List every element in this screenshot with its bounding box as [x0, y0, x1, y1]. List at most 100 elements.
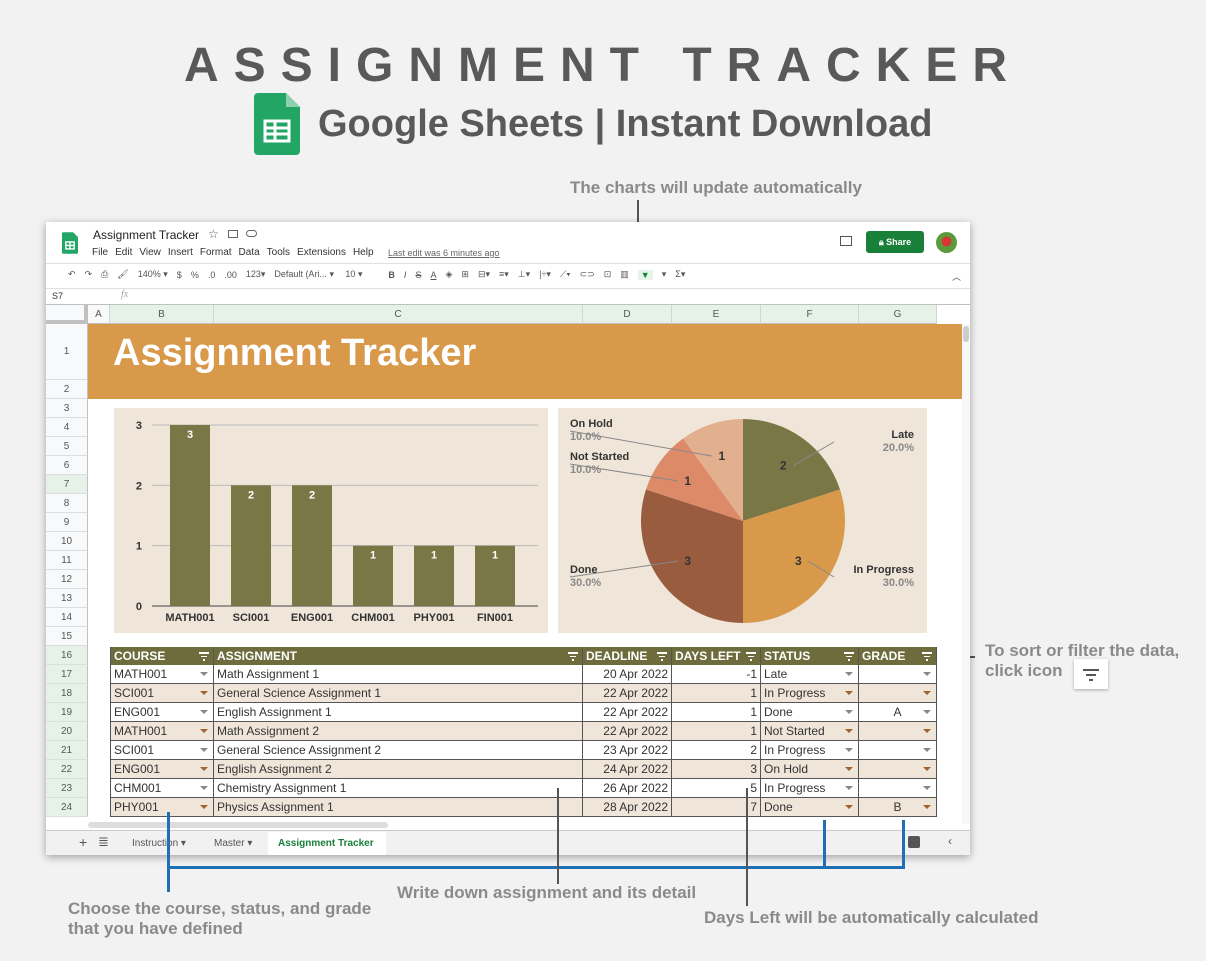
row-header-10[interactable]: 10	[46, 532, 88, 551]
row-header-13[interactable]: 13	[46, 589, 88, 608]
row-header-22[interactable]: 22	[46, 760, 88, 779]
side-panel-toggle-icon[interactable]: ‹	[948, 834, 952, 848]
dropdown-arrow-icon[interactable]	[845, 767, 853, 771]
rotate-icon[interactable]: ⟋▾	[560, 269, 571, 280]
row-header-14[interactable]: 14	[46, 608, 88, 627]
number-format-select[interactable]: 123▾	[246, 269, 266, 280]
doc-title[interactable]: Assignment Tracker	[93, 228, 199, 242]
folder-move-icon[interactable]	[228, 230, 238, 238]
column-header-G[interactable]: G	[859, 305, 937, 324]
font-select[interactable]: Default (Ari... ▾	[274, 269, 336, 280]
cell-assignment[interactable]: Chemistry Assignment 1	[214, 779, 583, 798]
dropdown-arrow-icon[interactable]	[923, 672, 931, 676]
undo-icon[interactable]: ↶	[68, 269, 76, 280]
cell-status[interactable]: On Hold	[761, 760, 859, 779]
dropdown-arrow-icon[interactable]	[845, 710, 853, 714]
column-header-E[interactable]: E	[672, 305, 761, 324]
cell-days-left[interactable]: 1	[672, 722, 761, 741]
dropdown-arrow-icon[interactable]	[923, 748, 931, 752]
menu-data[interactable]: Data	[239, 247, 260, 258]
share-button[interactable]: 🔒︎ Share	[866, 231, 924, 253]
row-header-19[interactable]: 19	[46, 703, 88, 722]
row-header-6[interactable]: 6	[46, 456, 88, 475]
cell-course[interactable]: SCI001	[110, 684, 214, 703]
tab-menu-icon[interactable]: ▾	[245, 838, 252, 849]
row-header-2[interactable]: 2	[46, 380, 88, 399]
cell-course[interactable]: SCI001	[110, 741, 214, 760]
menu-tools[interactable]: Tools	[267, 247, 290, 258]
row-header-24[interactable]: 24	[46, 798, 88, 817]
cell-deadline[interactable]: 23 Apr 2022	[583, 741, 672, 760]
cell-course[interactable]: CHM001	[110, 779, 214, 798]
menu-insert[interactable]: Insert	[168, 247, 193, 258]
status-pie-chart[interactable]: 2Late20.0%3In Progress30.0%3Done30.0%1No…	[558, 408, 927, 633]
bar-MATH001[interactable]	[170, 425, 210, 606]
row-header-21[interactable]: 21	[46, 741, 88, 760]
cell-assignment[interactable]: General Science Assignment 2	[214, 741, 583, 760]
cell-assignment[interactable]: General Science Assignment 1	[214, 684, 583, 703]
row-header-9[interactable]: 9	[46, 513, 88, 532]
cell-days-left[interactable]: 1	[672, 684, 761, 703]
cloud-status-icon[interactable]	[246, 230, 257, 237]
cell-grade[interactable]: B	[859, 798, 937, 817]
strikethrough-icon[interactable]: S	[415, 270, 421, 280]
cell-grade[interactable]	[859, 741, 937, 760]
cell-course[interactable]: MATH001	[110, 722, 214, 741]
cell-deadline[interactable]: 20 Apr 2022	[583, 665, 672, 684]
all-sheets-icon[interactable]: ≣	[98, 834, 109, 850]
dropdown-arrow-icon[interactable]	[200, 729, 208, 733]
row-header-20[interactable]: 20	[46, 722, 88, 741]
column-header-B[interactable]: B	[110, 305, 214, 324]
cell-assignment[interactable]: Math Assignment 2	[214, 722, 583, 741]
cell-deadline[interactable]: 24 Apr 2022	[583, 760, 672, 779]
print-icon[interactable]: ⎙	[101, 269, 108, 280]
cell-status[interactable]: Late	[761, 665, 859, 684]
dropdown-arrow-icon[interactable]	[200, 672, 208, 676]
menu-extensions[interactable]: Extensions	[297, 247, 346, 258]
user-avatar[interactable]	[936, 232, 957, 253]
cell-grade[interactable]	[859, 760, 937, 779]
last-edit-link[interactable]: Last edit was 6 minutes ago	[388, 248, 500, 258]
cell-status[interactable]: Done	[761, 703, 859, 722]
percent-button[interactable]: %	[191, 270, 199, 280]
row-header-18[interactable]: 18	[46, 684, 88, 703]
row-header-3[interactable]: 3	[46, 399, 88, 418]
sheet-tab-assignment-tracker[interactable]: Assignment Tracker ▾	[268, 832, 386, 855]
cell-days-left[interactable]: 1	[672, 703, 761, 722]
currency-button[interactable]: $	[177, 270, 182, 280]
menu-file[interactable]: File	[92, 247, 108, 258]
filter-icon[interactable]	[922, 652, 932, 661]
column-header-D[interactable]: D	[583, 305, 672, 324]
increase-decimal-button[interactable]: .00	[224, 270, 237, 280]
cell-grade[interactable]: A	[859, 703, 937, 722]
dropdown-arrow-icon[interactable]	[845, 786, 853, 790]
merge-icon[interactable]: ⊟▾	[478, 269, 490, 280]
row-header-7[interactable]: 7	[46, 475, 88, 494]
cell-status[interactable]: Done	[761, 798, 859, 817]
zoom-select[interactable]: 140% ▾	[138, 269, 168, 280]
star-icon[interactable]: ☆	[208, 227, 219, 241]
column-header-C[interactable]: C	[214, 305, 583, 324]
cell-course[interactable]: PHY001	[110, 798, 214, 817]
dropdown-arrow-icon[interactable]	[200, 805, 208, 809]
cell-deadline[interactable]: 28 Apr 2022	[583, 798, 672, 817]
bar-SCI001[interactable]	[231, 485, 271, 606]
cell-grade[interactable]	[859, 665, 937, 684]
chart-icon[interactable]: ▥	[620, 269, 629, 280]
cell-assignment[interactable]: English Assignment 1	[214, 703, 583, 722]
align-icon[interactable]: ≡▾	[499, 269, 509, 280]
dropdown-arrow-icon[interactable]	[923, 786, 931, 790]
cell-status[interactable]: In Progress	[761, 684, 859, 703]
cell-assignment[interactable]: Math Assignment 1	[214, 665, 583, 684]
explore-icon[interactable]	[908, 836, 920, 848]
add-sheet-icon[interactable]: +	[79, 834, 87, 850]
menu-format[interactable]: Format	[200, 247, 232, 258]
cell-assignment[interactable]: English Assignment 2	[214, 760, 583, 779]
bold-icon[interactable]: B	[388, 270, 395, 280]
dropdown-arrow-icon[interactable]	[200, 691, 208, 695]
filter-icon[interactable]	[568, 652, 578, 661]
menu-edit[interactable]: Edit	[115, 247, 132, 258]
dropdown-arrow-icon[interactable]	[923, 729, 931, 733]
paint-format-icon[interactable]: 🖌︎	[117, 269, 128, 280]
filter-icon[interactable]: ▼	[637, 269, 653, 280]
